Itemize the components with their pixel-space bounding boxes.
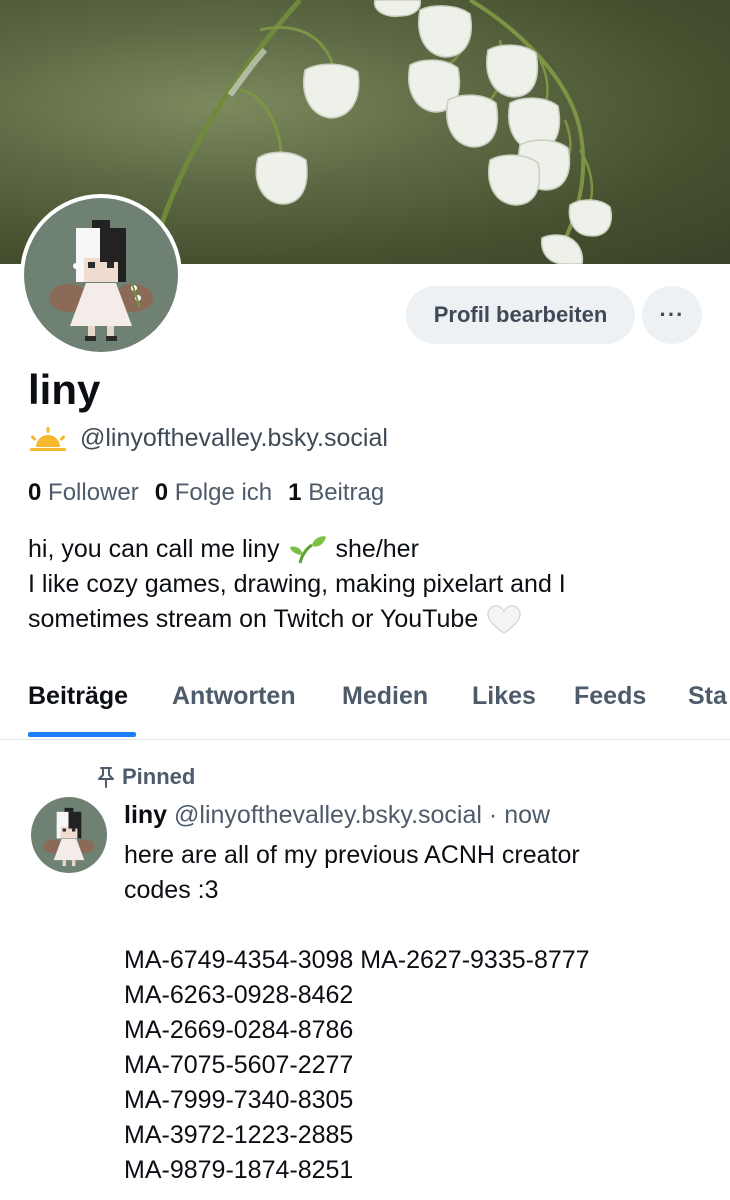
pixel-character-avatar-small (43, 807, 95, 867)
profile-tabs: Beiträge Antworten Medien Likes Feeds St… (0, 668, 730, 740)
posts-count: 1 (288, 479, 302, 506)
bio-line-3-text: sometimes stream on Twitch or YouTube (28, 605, 479, 633)
profile-stats: 0 Follower 0 Folge ich 1 Beitrag (28, 479, 394, 507)
bio-line-3: sometimes stream on Twitch or YouTube (28, 602, 708, 637)
bio-line-1: hi, you can call me liny she/her (28, 532, 708, 567)
post-body[interactable]: here are all of my previous ACNH creator… (124, 838, 714, 1188)
followers-label: Follower (48, 479, 139, 506)
creator-code: MA-6263-0928-8462 (124, 981, 354, 1009)
tab-starter-packs[interactable]: Sta (688, 682, 727, 711)
profile-avatar[interactable] (20, 194, 182, 356)
pin-icon (98, 767, 114, 788)
posts-stat: 1 Beitrag (288, 479, 384, 507)
post-author-handle[interactable]: @linyofthevalley.bsky.social (174, 801, 482, 829)
edit-profile-button[interactable]: Profil bearbeiten (406, 286, 635, 344)
white-heart-icon (487, 604, 521, 634)
profile-bio: hi, you can call me liny she/her I like … (28, 532, 708, 637)
pinned-indicator: Pinned (96, 764, 195, 790)
active-tab-indicator (28, 732, 136, 737)
tab-posts[interactable]: Beiträge (28, 682, 128, 711)
post-author-avatar[interactable] (31, 797, 107, 873)
following-count: 0 (154, 479, 169, 506)
creator-code: MA-7999-7340-8305 (124, 1086, 354, 1114)
following-stat[interactable]: 0 Folge ich (155, 479, 272, 507)
more-dots-icon: ··· (659, 302, 685, 327)
tab-likes[interactable]: Likes (472, 682, 536, 711)
creator-code: MA-6749-4354-3098 MA-2627-9335-8777 (124, 946, 590, 974)
profile-handle[interactable]: @linyofthevalley.bsky.social (80, 424, 388, 453)
post-separator: · (488, 801, 498, 829)
post-header: liny @linyofthevalley.bsky.social · now (124, 801, 550, 830)
bio-pronouns: she/her (335, 535, 419, 563)
pixel-character-avatar (49, 220, 153, 341)
post-timestamp[interactable]: now (504, 801, 550, 829)
tab-media[interactable]: Medien (342, 682, 428, 711)
more-options-button[interactable]: ··· (642, 286, 702, 344)
bio-intro-text: hi, you can call me liny (28, 535, 280, 563)
tab-replies[interactable]: Antworten (172, 682, 296, 711)
followers-stat[interactable]: 0 Follower (28, 479, 139, 507)
creator-code: MA-9879-1874-8251 (124, 1156, 354, 1184)
post-author-name[interactable]: liny (124, 801, 167, 829)
followers-count: 0 (28, 479, 42, 506)
sunrise-icon (30, 426, 66, 451)
bio-line-2: I like cozy games, drawing, making pixel… (28, 570, 566, 598)
following-label: Folge ich (174, 479, 273, 506)
display-name: liny (28, 366, 101, 413)
creator-code: MA-2669-0284-8786 (124, 1016, 354, 1044)
creator-code: MA-3972-1223-2885 (124, 1121, 354, 1149)
post-text-line-1: here are all of my previous ACNH creator (124, 841, 580, 869)
tab-feeds[interactable]: Feeds (574, 682, 646, 711)
post-spacer (124, 908, 714, 943)
handle-row: @linyofthevalley.bsky.social (28, 424, 388, 453)
creator-code: MA-7075-5607-2277 (124, 1051, 354, 1079)
posts-label: Beitrag (308, 479, 385, 506)
pinned-label: Pinned (122, 764, 196, 789)
seedling-icon (289, 535, 326, 563)
post-text-line-2: codes :3 (124, 876, 219, 904)
